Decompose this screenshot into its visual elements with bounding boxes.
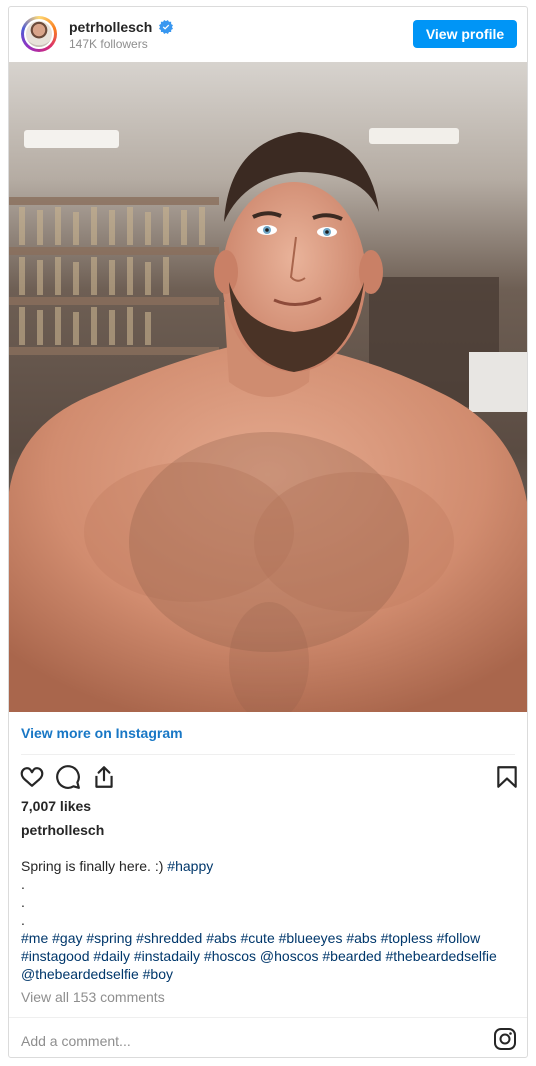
heart-icon[interactable]	[19, 764, 45, 790]
bookmark-icon[interactable]	[494, 764, 520, 790]
avatar[interactable]	[21, 16, 57, 52]
divider	[21, 754, 515, 755]
username[interactable]: petrhollesch	[69, 19, 152, 35]
post-photo[interactable]	[9, 62, 527, 712]
caption-dot: .	[21, 876, 25, 892]
hashtag-link[interactable]: #happy	[167, 858, 213, 874]
caption-dot: .	[21, 912, 25, 928]
verified-badge-icon	[159, 20, 173, 34]
share-icon[interactable]	[91, 764, 117, 790]
follower-count: 147K followers	[69, 37, 148, 51]
like-count[interactable]: 7,007 likes	[21, 798, 91, 814]
add-comment-input[interactable]: Add a comment...	[21, 1033, 131, 1049]
view-more-on-instagram-link[interactable]: View more on Instagram	[21, 725, 183, 741]
hashtag-line[interactable]: #instagood #daily #instadaily #hoscos @h…	[21, 947, 517, 965]
post-header: petrhollesch 147K followers View profile	[9, 7, 527, 62]
avatar-image	[24, 19, 54, 49]
hashtag-line[interactable]: @thebeardedselfie #boy	[21, 965, 517, 983]
view-all-comments-link[interactable]: View all 153 comments	[21, 989, 165, 1005]
caption-username[interactable]: petrhollesch	[21, 822, 104, 838]
caption-text: Spring is finally here. :)	[21, 858, 168, 874]
caption-dot: .	[21, 894, 25, 910]
instagram-embed-card: petrhollesch 147K followers View profile	[8, 6, 528, 1058]
view-profile-button[interactable]: View profile	[413, 20, 517, 48]
post-photo-illustration	[9, 62, 527, 712]
comment-icon[interactable]	[55, 764, 81, 790]
divider	[9, 1017, 527, 1018]
instagram-logo-icon[interactable]	[493, 1027, 517, 1051]
hashtag-line[interactable]: #me #gay #spring #shredded #abs #cute #b…	[21, 929, 517, 947]
post-caption: Spring is finally here. :) #happy . . . …	[21, 857, 517, 983]
caption-first-line: Spring is finally here. :) #happy	[21, 857, 517, 875]
